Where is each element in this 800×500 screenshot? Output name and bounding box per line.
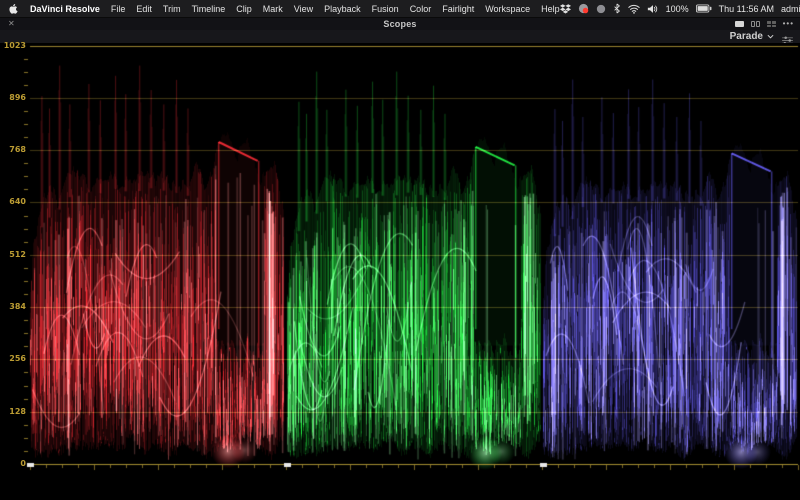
menu-status-area: 100% Thu 11:56 AM admin bbox=[560, 3, 800, 14]
screen-recording-icon[interactable] bbox=[578, 3, 589, 14]
y-axis-label: 0 bbox=[0, 459, 26, 468]
status-circle-icon[interactable] bbox=[596, 4, 606, 14]
macos-menu-bar: DaVinci Resolve File Edit Trim Timeline Clip M… bbox=[0, 0, 800, 18]
y-axis-label: 256 bbox=[0, 354, 26, 363]
menu-item[interactable]: DaVinci Resolve bbox=[30, 4, 100, 14]
layout-quad-icon[interactable] bbox=[767, 21, 776, 27]
y-axis-label: 768 bbox=[0, 145, 26, 154]
wifi-icon[interactable] bbox=[628, 4, 640, 14]
menu-clock[interactable]: Thu 11:56 AM bbox=[719, 4, 774, 14]
y-axis-label: 512 bbox=[0, 250, 26, 259]
more-options-icon[interactable]: ••• bbox=[783, 18, 794, 30]
menu-item[interactable]: Color bbox=[410, 4, 432, 14]
y-axis-label: 640 bbox=[0, 197, 26, 206]
menu-item[interactable]: Help bbox=[541, 4, 560, 14]
battery-percent[interactable]: 100% bbox=[666, 4, 689, 14]
menu-item[interactable]: Trim bbox=[163, 4, 181, 14]
menu-item[interactable]: Workspace bbox=[485, 4, 530, 14]
y-axis-label: 384 bbox=[0, 302, 26, 311]
layout-single-icon[interactable] bbox=[735, 21, 744, 27]
battery-icon[interactable] bbox=[696, 4, 712, 13]
menu-item[interactable]: Fairlight bbox=[442, 4, 474, 14]
menu-item[interactable]: Edit bbox=[136, 4, 152, 14]
y-axis-label: 896 bbox=[0, 93, 26, 102]
menu-item[interactable]: Clip bbox=[236, 4, 252, 14]
app-menus: DaVinci Resolve File Edit Trim Timeline Clip M… bbox=[30, 4, 560, 14]
titlebar-actions: ••• bbox=[735, 18, 794, 30]
scopes-toolbar: Parade bbox=[0, 30, 800, 43]
menu-item[interactable]: File bbox=[111, 4, 126, 14]
scope-mode-dropdown[interactable]: Parade bbox=[730, 30, 774, 43]
menu-item[interactable]: Fusion bbox=[372, 4, 399, 14]
scopes-titlebar: ✕ Scopes ••• bbox=[0, 18, 800, 30]
rgb-parade-waveform bbox=[0, 43, 800, 500]
layout-dual-icon[interactable] bbox=[751, 21, 760, 27]
chevron-down-icon bbox=[767, 34, 774, 39]
menu-item[interactable]: Timeline bbox=[192, 4, 226, 14]
bluetooth-icon[interactable] bbox=[613, 3, 621, 14]
menu-item[interactable]: Playback bbox=[324, 4, 361, 14]
menu-item[interactable]: View bbox=[294, 4, 313, 14]
menu-item[interactable]: Mark bbox=[263, 4, 283, 14]
window-title: Scopes bbox=[0, 18, 800, 30]
menu-user[interactable]: admin bbox=[781, 4, 800, 14]
y-axis-label: 128 bbox=[0, 407, 26, 416]
apple-logo-icon[interactable] bbox=[8, 3, 18, 15]
scope-mode-label: Parade bbox=[730, 31, 763, 42]
volume-icon[interactable] bbox=[647, 4, 659, 14]
y-axis-label: 1023 bbox=[0, 41, 26, 50]
screen: DaVinci Resolve File Edit Trim Timeline Clip M… bbox=[0, 0, 800, 500]
dropbox-icon[interactable] bbox=[560, 4, 571, 14]
waveform-scope: 1023 896 768 640 512 384 256 128 0 bbox=[0, 43, 800, 500]
